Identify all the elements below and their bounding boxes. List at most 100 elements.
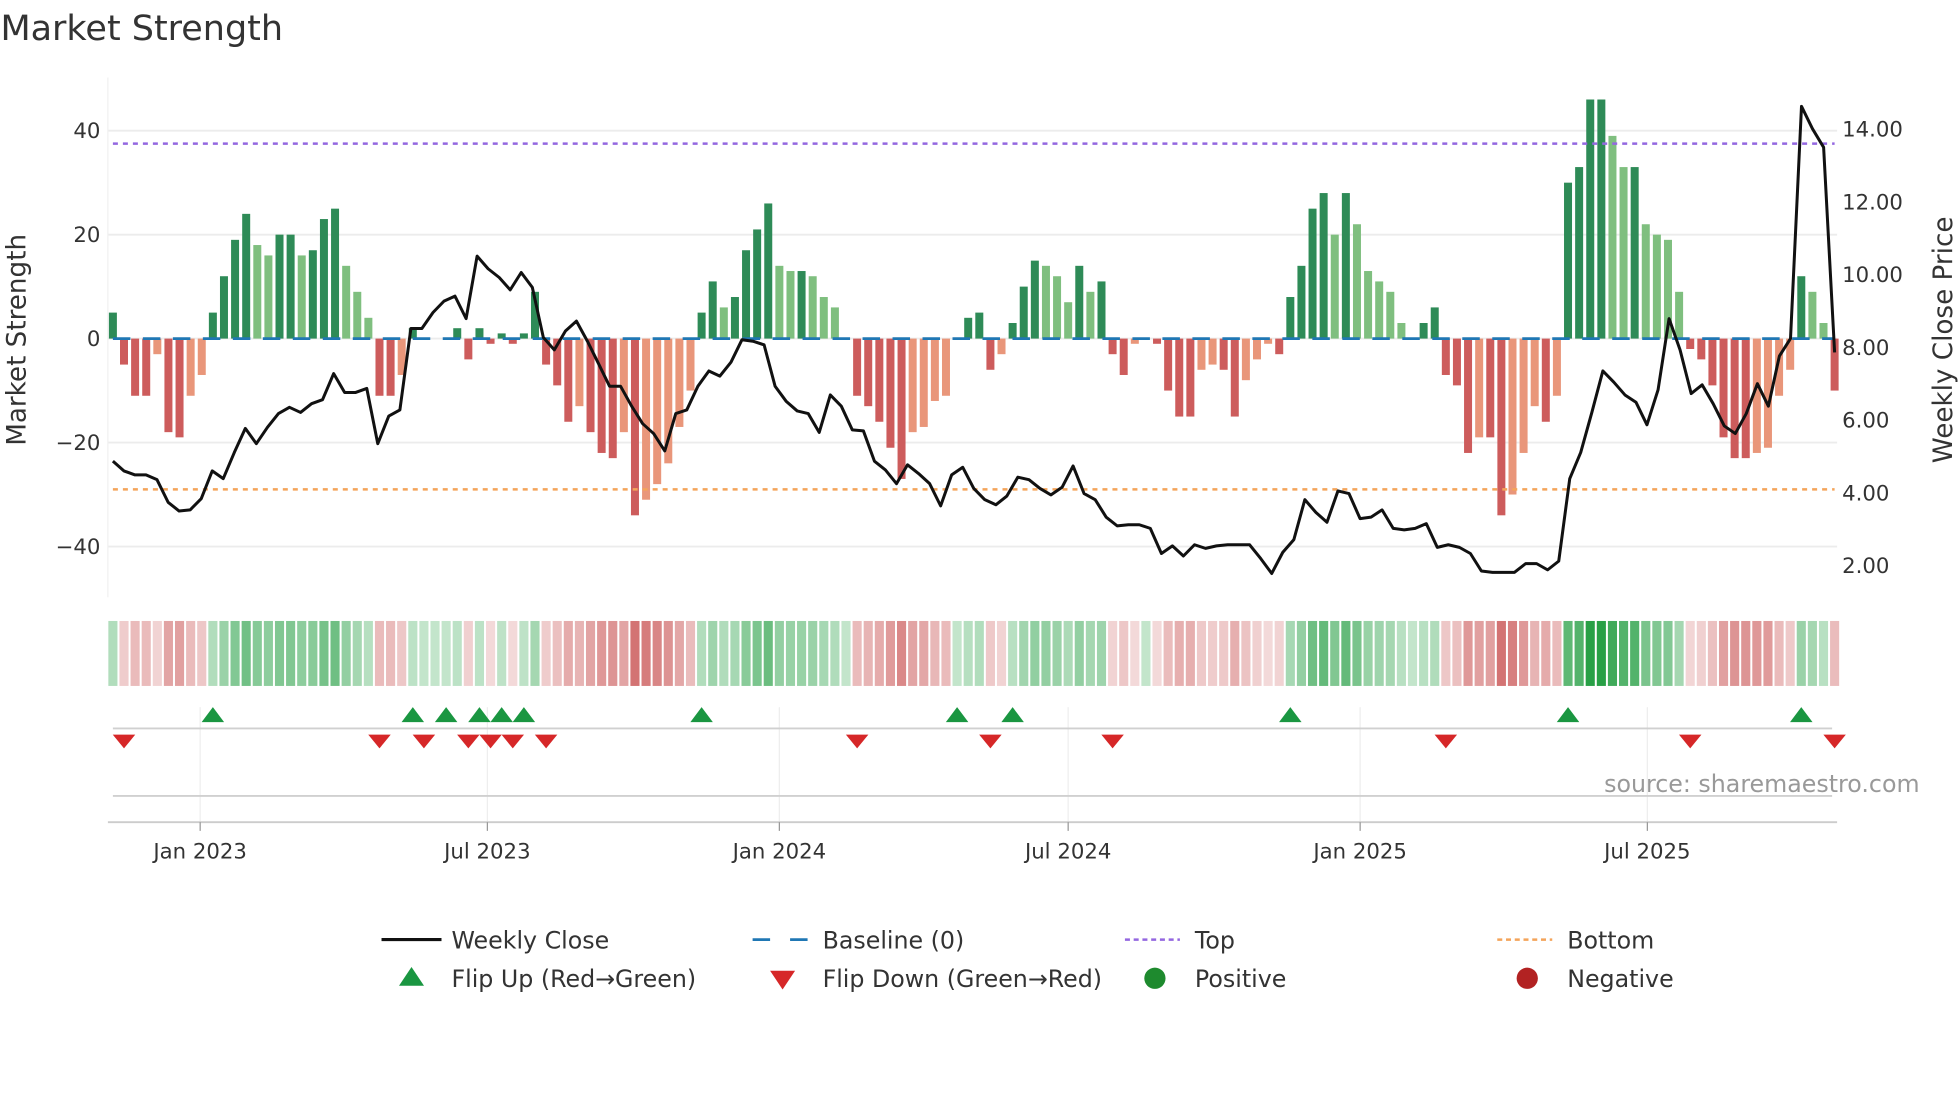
heat-cell: [1174, 620, 1184, 686]
heat-cell: [1363, 620, 1373, 686]
heat-cell: [463, 620, 473, 686]
strength-bar: [1575, 167, 1584, 339]
strength-bar: [1619, 167, 1628, 339]
heat-cell: [608, 620, 618, 686]
strength-bar: [1241, 338, 1250, 381]
heat-cell: [319, 620, 329, 686]
heat-cell: [408, 620, 418, 686]
heat-cell: [708, 620, 718, 686]
heat-cell: [141, 620, 151, 686]
heat-cell: [1019, 620, 1029, 686]
chart-title: Market Strength: [0, 9, 283, 49]
heat-cell: [785, 620, 796, 686]
heat-cell: [230, 620, 240, 686]
strength-bar: [453, 328, 462, 339]
heat-cell: [1196, 620, 1207, 686]
strength-bar: [575, 338, 584, 407]
legend-positive-dot-icon: [1144, 967, 1166, 989]
strength-bar: [1053, 276, 1062, 339]
strength-bar: [1341, 193, 1350, 339]
strength-bar: [1441, 338, 1450, 375]
heat-cell: [919, 620, 929, 686]
heat-cell: [274, 620, 285, 686]
legend: Weekly Close Baseline (0) Top Bottom Flip Up…: [381, 926, 1674, 993]
flip-up-marker: [1279, 707, 1302, 723]
strength-bar: [986, 338, 995, 370]
legend-label: Weekly Close: [451, 926, 609, 954]
heat-cell: [1541, 620, 1551, 686]
heat-cell: [730, 620, 740, 686]
flip-up-marker: [201, 707, 225, 723]
strength-bar: [1375, 281, 1384, 339]
strength-bar: [797, 271, 806, 339]
heat-cell: [963, 620, 973, 686]
strength-bar: [353, 291, 362, 339]
strength-bar: [297, 255, 306, 339]
heat-cell: [541, 620, 551, 686]
strength-bar: [1175, 338, 1184, 417]
strength-bar: [1552, 338, 1561, 396]
heat-cell: [363, 620, 373, 686]
heat-cell: [1352, 620, 1362, 686]
strength-bar: [775, 265, 784, 339]
heat-cell: [1063, 620, 1073, 686]
heat-cell: [1419, 620, 1429, 686]
heat-cell: [1074, 620, 1084, 686]
flip-up-marker: [490, 707, 513, 723]
strength-bar: [708, 281, 717, 339]
legend-label: Top: [1194, 926, 1235, 954]
heat-cell: [763, 620, 773, 686]
heat-cell: [330, 620, 340, 686]
flip-down-marker: [845, 734, 869, 749]
heat-cell: [1085, 620, 1095, 686]
heat-cell: [1774, 620, 1784, 686]
strength-bar: [1219, 338, 1228, 370]
heat-cell: [752, 620, 762, 686]
heat-cell: [797, 620, 807, 686]
x-axis: Jan 2023 Jul 2023 Jan 2024 Jul 2024 Jan 2025…: [107, 821, 1838, 864]
x-tick-label: Jan 2025: [1311, 839, 1407, 864]
heat-cell: [1830, 620, 1840, 686]
heat-cell: [1241, 620, 1251, 686]
flip-down-marker: [979, 734, 1002, 749]
heat-cell: [130, 620, 140, 686]
heat-cell: [208, 620, 218, 686]
strength-bar: [1697, 338, 1706, 360]
heat-cell: [1674, 620, 1684, 686]
flip-up-marker: [434, 707, 458, 723]
heat-cell: [297, 620, 307, 686]
heat-cell: [219, 620, 229, 686]
strength-bar: [1275, 338, 1284, 355]
strength-bar: [686, 338, 695, 391]
heat-cell: [552, 620, 562, 686]
strength-bar: [1530, 338, 1539, 407]
strength-bar: [1297, 265, 1306, 339]
heat-cell: [985, 620, 995, 686]
heat-cell: [1330, 620, 1340, 686]
heat-cell: [1652, 620, 1662, 686]
strength-bar: [642, 338, 651, 500]
y-tick-label: 40: [73, 119, 100, 144]
strength-bar: [208, 312, 217, 339]
strength-bar: [1597, 99, 1606, 339]
heat-cell: [1396, 620, 1406, 686]
heat-cell: [108, 620, 118, 686]
heat-cell: [641, 620, 651, 686]
heat-cell: [1485, 620, 1495, 686]
y-axis-left: 40 20 0 −20 −40: [56, 119, 101, 560]
legend-item-top: Top: [1124, 926, 1235, 954]
strength-bar: [142, 338, 151, 396]
flip-down-marker: [501, 734, 525, 749]
heat-cell: [452, 620, 462, 686]
strength-bar: [808, 276, 817, 339]
heat-cell: [1718, 620, 1729, 686]
heat-cell: [1530, 620, 1540, 686]
heat-cell: [1796, 620, 1806, 686]
heat-cell: [286, 620, 296, 686]
flip-down-marker: [368, 734, 391, 749]
heat-cell: [1452, 620, 1462, 686]
strength-bar: [1041, 265, 1050, 339]
heat-cell: [1507, 620, 1518, 686]
heat-cell: [1430, 620, 1440, 686]
heat-cell: [808, 620, 818, 686]
